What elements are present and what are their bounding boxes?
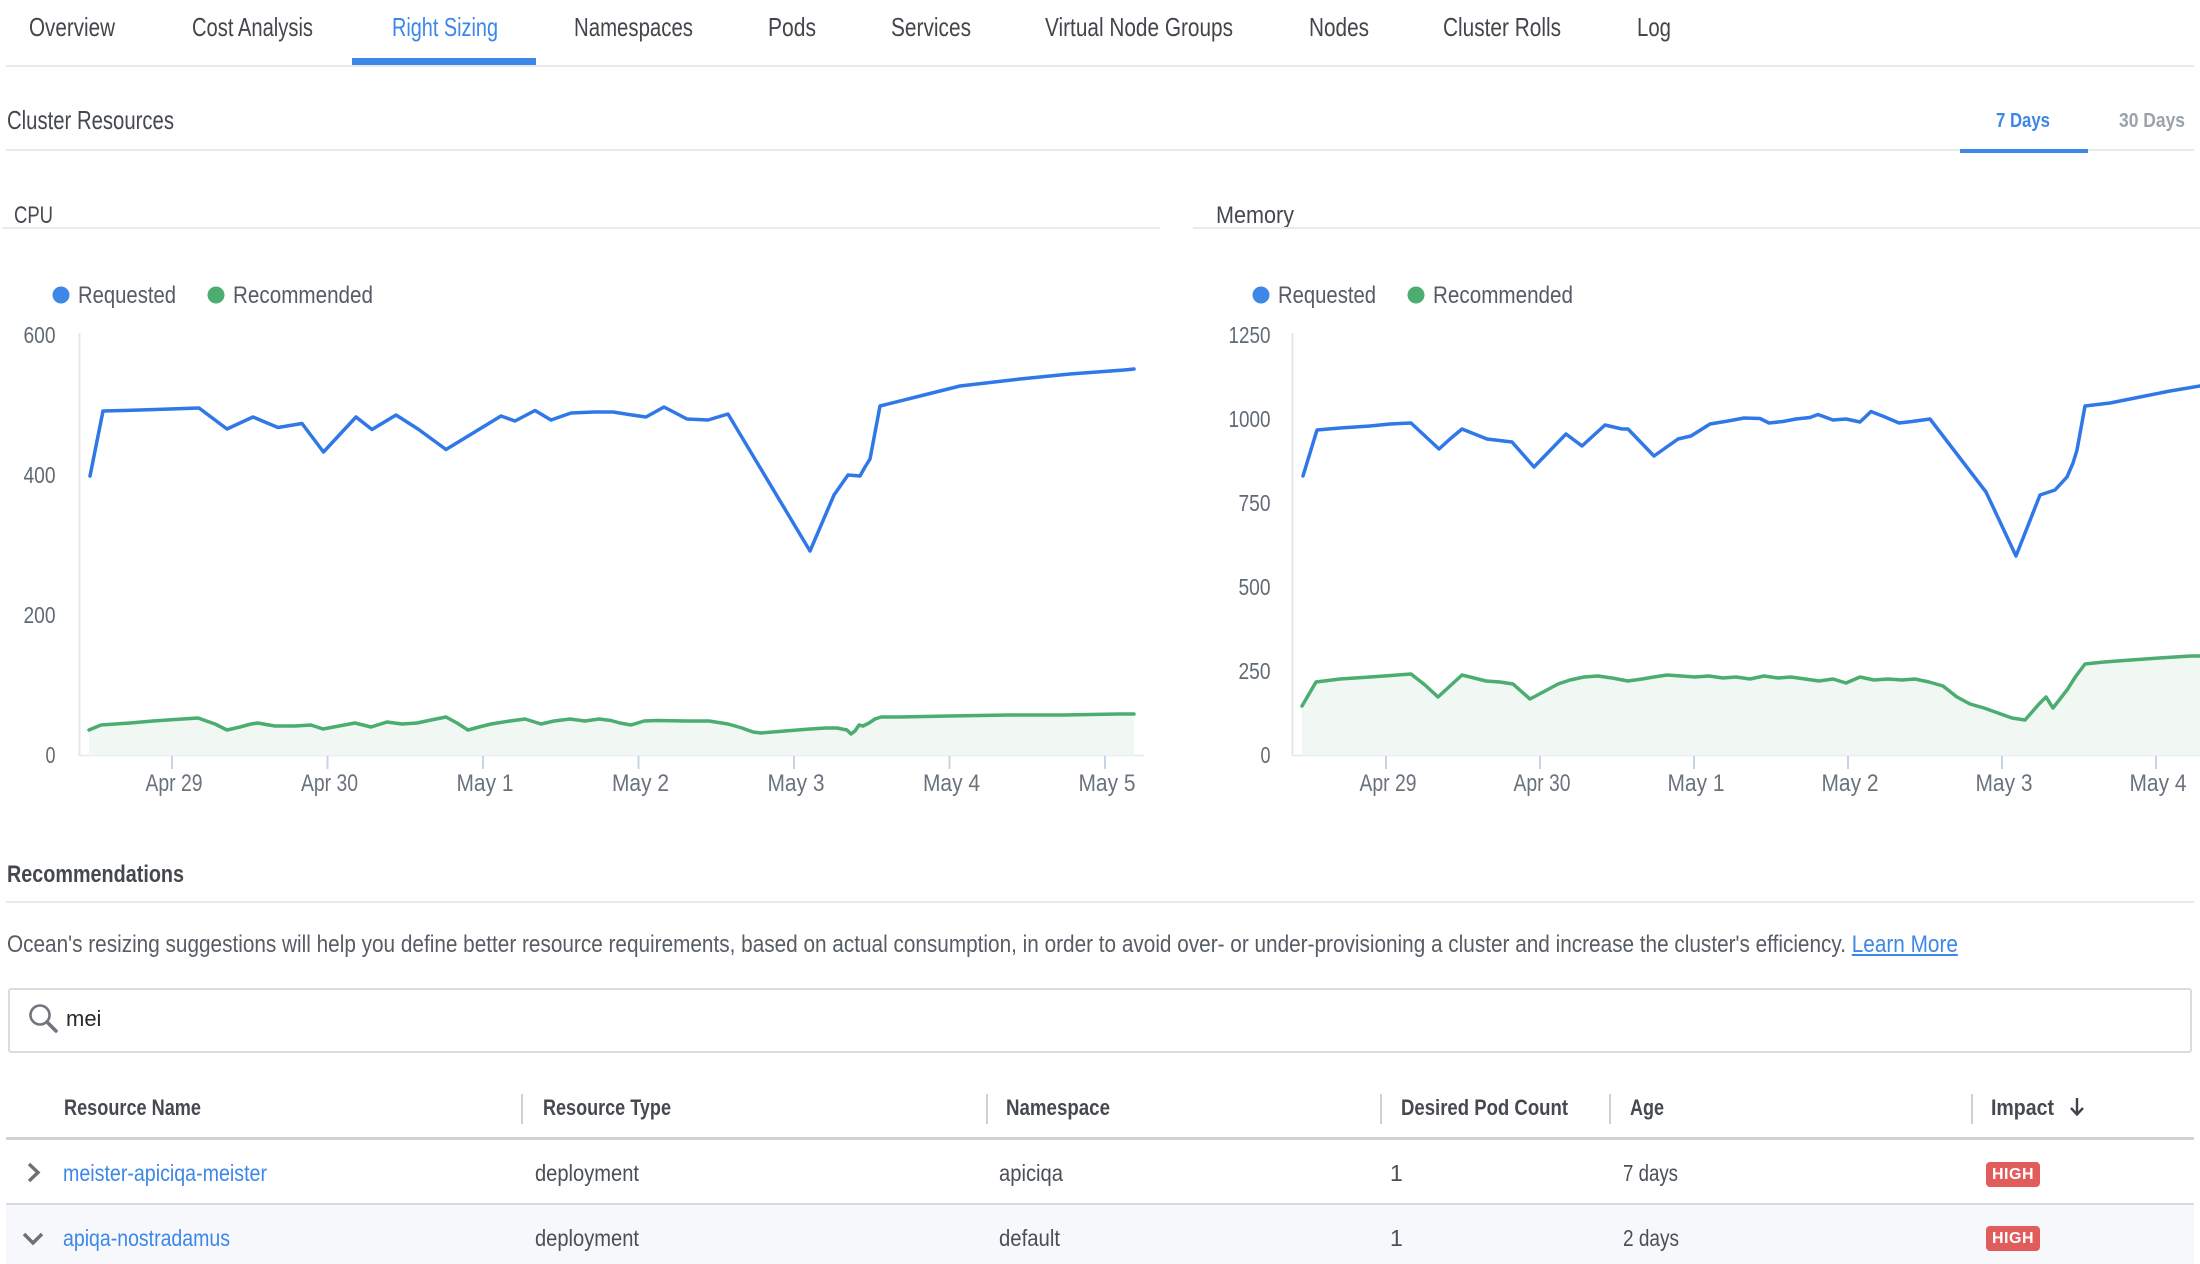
svg-text:Requested: Requested xyxy=(1278,282,1376,309)
svg-text:1000: 1000 xyxy=(1229,406,1271,432)
svg-text:May 3: May 3 xyxy=(768,770,825,797)
svg-text:May 5: May 5 xyxy=(1079,770,1136,797)
svg-text:May 1: May 1 xyxy=(457,770,514,797)
svg-text:May 2: May 2 xyxy=(612,770,669,797)
svg-text:0: 0 xyxy=(46,742,56,768)
svg-text:0: 0 xyxy=(1261,742,1271,768)
svg-text:600: 600 xyxy=(24,322,56,348)
svg-text:May 4: May 4 xyxy=(2130,770,2187,797)
svg-text:200: 200 xyxy=(24,602,56,628)
svg-text:400: 400 xyxy=(24,462,56,488)
svg-text:250: 250 xyxy=(1239,658,1271,684)
svg-text:Requested: Requested xyxy=(78,282,176,309)
svg-text:1250: 1250 xyxy=(1229,322,1271,348)
svg-text:Apr 30: Apr 30 xyxy=(301,770,358,797)
svg-text:May 2: May 2 xyxy=(1822,770,1879,797)
svg-text:Apr 29: Apr 29 xyxy=(146,770,203,797)
svg-text:Apr 29: Apr 29 xyxy=(1360,770,1417,797)
svg-text:May 4: May 4 xyxy=(923,770,980,797)
svg-text:500: 500 xyxy=(1239,574,1271,600)
svg-text:May 3: May 3 xyxy=(1976,770,2033,797)
svg-text:750: 750 xyxy=(1239,490,1271,516)
svg-text:Apr 30: Apr 30 xyxy=(1514,770,1571,797)
svg-text:May 1: May 1 xyxy=(1668,770,1725,797)
svg-text:Recommended: Recommended xyxy=(1433,282,1573,309)
svg-text:Recommended: Recommended xyxy=(233,282,373,309)
